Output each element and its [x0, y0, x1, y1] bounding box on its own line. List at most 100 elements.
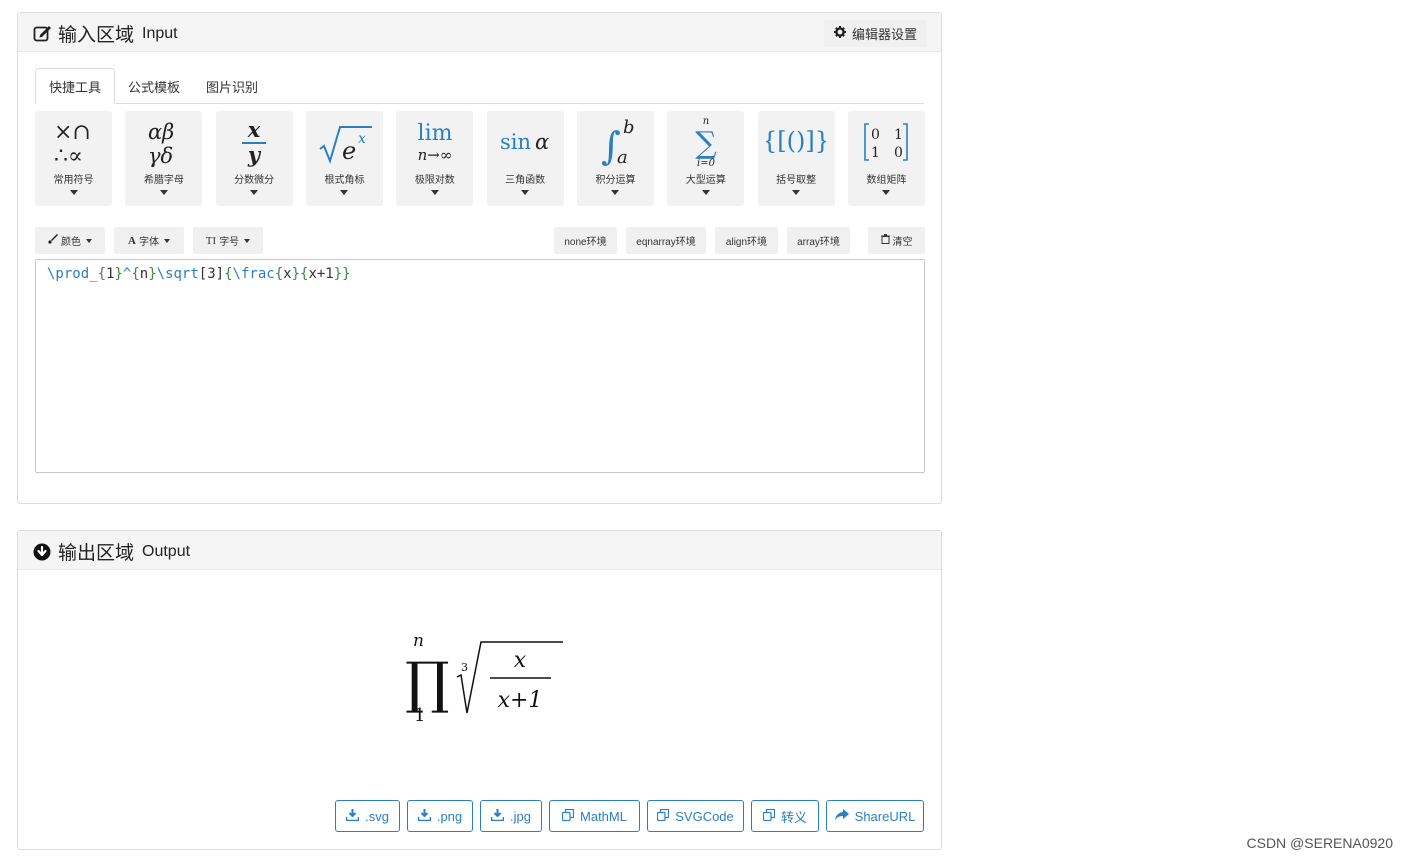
tab-quick-tools[interactable]: 快捷工具: [35, 68, 116, 104]
svg-text:x: x: [247, 117, 261, 142]
export-buttons: .svg .png .jpg MathML SVGCode 转义 ShareUR…: [335, 800, 924, 832]
tool-greek-letters[interactable]: αβ γδ 希腊字母: [125, 111, 203, 206]
limit-icon: lim n→∞: [396, 111, 473, 171]
tool-limit[interactable]: lim n→∞ 极限对数: [396, 111, 474, 206]
caret-down-icon: [69, 190, 78, 195]
svg-text:y: y: [247, 142, 262, 167]
fraction-icon: x y: [216, 111, 293, 171]
copy-mathml-button[interactable]: MathML: [549, 800, 640, 832]
font-label: 字体: [138, 237, 159, 248]
greek-letters-icon: αβ γδ: [125, 111, 202, 171]
caret-down-icon: [340, 190, 349, 195]
edit-icon: [32, 24, 52, 44]
matrix-icon: 0 1 1 0: [848, 111, 925, 171]
tool-label: 极限对数: [414, 175, 455, 186]
copy-mathml-label: MathML: [580, 808, 627, 824]
color-label: 颜色: [61, 237, 81, 248]
latex-token: [3]: [198, 266, 225, 282]
latex-token: }: [291, 266, 300, 282]
latex-token: x: [283, 266, 292, 282]
env-none-button[interactable]: none环境: [554, 227, 617, 254]
tool-sum[interactable]: n ∑ i=0 大型运算: [667, 111, 745, 206]
latex-token: {: [224, 266, 233, 282]
svg-text:1: 1: [894, 127, 903, 143]
svg-text:γδ: γδ: [148, 144, 173, 167]
output-panel-title: 输出区域 Output: [32, 538, 190, 565]
svg-text:n→∞: n→∞: [417, 146, 452, 164]
tool-integral[interactable]: ∫ b a 积分运算: [576, 111, 654, 206]
gear-icon: [833, 26, 846, 41]
output-panel: 输出区域 Output n ∏ 1 3 x x+1 .svg .png .jpg: [17, 530, 942, 850]
tab-image-recognition[interactable]: 图片识别: [193, 68, 271, 104]
caret-down-icon: [250, 190, 259, 195]
latex-token: \prod_: [47, 266, 98, 282]
input-panel-header: 输入区域 Input 编辑器设置: [18, 13, 941, 52]
download-png-button[interactable]: .png: [407, 800, 473, 832]
env-align-button[interactable]: align环境: [715, 227, 778, 254]
output-panel-header: 输出区域 Output: [18, 531, 941, 570]
brackets-icon: {[()]}: [758, 111, 835, 171]
tool-label: 常用符号: [53, 175, 94, 186]
download-png-label: .png: [436, 808, 463, 824]
tool-label: 数组矩阵: [866, 175, 907, 186]
svg-text:b: b: [623, 117, 635, 138]
svg-text:αβ: αβ: [148, 120, 174, 144]
copy-escaped-button[interactable]: 转义: [751, 800, 819, 832]
common-symbols-icon: ×∩ ∴∝: [35, 111, 112, 171]
download-jpg-button[interactable]: .jpg: [480, 800, 542, 832]
latex-token: {: [97, 266, 107, 282]
rendered-formula: n ∏ 1 3 x x+1: [403, 631, 569, 731]
clear-button[interactable]: 清空: [868, 227, 925, 254]
output-title-cn: 输出区域: [58, 543, 135, 564]
caret-down-icon: [430, 190, 439, 195]
copy-svgcode-button[interactable]: SVGCode: [647, 800, 744, 832]
trig-icon: sin α: [487, 111, 564, 171]
svg-text:lim: lim: [417, 121, 452, 146]
svg-text:∴∝: ∴∝: [54, 144, 83, 167]
quick-tools-row: ×∩ ∴∝ 常用符号 αβ γδ 希腊字母 x y 分数微分 e x 根式角标 …: [35, 111, 925, 206]
prod-upper: n: [413, 631, 424, 651]
prod-lower: 1: [414, 705, 425, 726]
download-icon: [490, 808, 505, 824]
svg-text:0: 0: [894, 145, 903, 161]
input-title-en: Input: [142, 24, 178, 42]
tool-fraction[interactable]: x y 分数微分: [215, 111, 293, 206]
tool-label: 希腊字母: [143, 175, 184, 186]
caret-down-icon: [882, 190, 891, 195]
size-label: 字号: [219, 237, 240, 248]
download-svg-button[interactable]: .svg: [335, 800, 400, 832]
editor-settings-button[interactable]: 编辑器设置: [823, 20, 927, 47]
tool-matrix[interactable]: 0 1 1 0 数组矩阵: [847, 111, 925, 206]
share-url-button[interactable]: ShareURL: [826, 800, 924, 832]
sum-icon: n ∑ i=0: [667, 111, 744, 171]
tool-common-symbols[interactable]: ×∩ ∴∝ 常用符号: [35, 111, 112, 206]
svg-text:∑: ∑: [695, 126, 717, 161]
color-dropdown-button[interactable]: 颜色: [35, 227, 105, 254]
caret-down-icon: [159, 190, 168, 195]
env-eqnarray-button[interactable]: eqnarray环境: [626, 227, 706, 254]
radical-icon: e x: [306, 111, 383, 171]
tool-label: 括号取整: [776, 175, 817, 186]
download-icon: [417, 808, 432, 824]
download-jpg-label: .jpg: [510, 808, 531, 824]
svg-text:e: e: [342, 137, 356, 165]
latex-editor[interactable]: \prod_{1}^{n}\sqrt[3]{\frac{x}{x+1}}: [35, 259, 925, 473]
caret-down-icon: [244, 238, 251, 243]
caret-down-icon: [792, 190, 801, 195]
latex-token: x+1: [308, 266, 334, 282]
caret-down-icon: [611, 190, 620, 195]
tab-formula-templates[interactable]: 公式模板: [115, 68, 193, 104]
tool-label: 分数微分: [234, 175, 275, 186]
font-dropdown-button[interactable]: A 字体: [114, 227, 184, 254]
tool-trig[interactable]: sin α 三角函数: [486, 111, 564, 206]
caret-down-icon: [163, 238, 170, 243]
svg-text:a: a: [617, 147, 628, 167]
size-dropdown-button[interactable]: TI 字号: [193, 227, 263, 254]
tool-brackets[interactable]: {[()]} 括号取整: [757, 111, 835, 206]
copy-escaped-label: 转义: [780, 809, 807, 825]
tool-radical[interactable]: e x 根式角标: [305, 111, 383, 206]
env-array-button[interactable]: array环境: [787, 227, 850, 254]
copy-icon: [657, 808, 670, 824]
prod-symbol: ∏: [405, 651, 450, 716]
font-icon: A: [128, 234, 136, 247]
